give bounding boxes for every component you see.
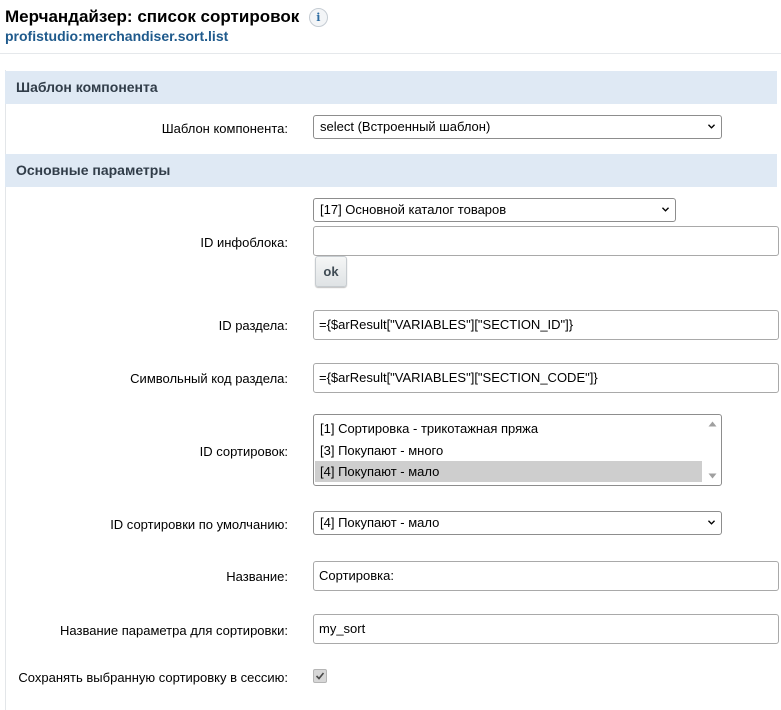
param-name-label: Название параметра для сортировки: [60, 623, 288, 638]
scroll-up-icon[interactable] [708, 421, 717, 427]
template-select-value: select (Встроенный шаблон) [320, 119, 491, 134]
list-item[interactable]: [1] Сортировка - трикотажная пряжа [315, 418, 702, 439]
list-item-selected[interactable]: [4] Покупают - мало [315, 461, 702, 482]
iblock-id-input[interactable] [313, 226, 779, 256]
section-id-label: ID раздела: [218, 318, 288, 333]
chevron-down-icon [708, 520, 715, 525]
info-icon[interactable]: i [308, 8, 328, 27]
chevron-down-icon [708, 124, 715, 129]
template-select[interactable]: select (Встроенный шаблон) [313, 115, 722, 139]
iblock-label: ID инфоблока: [200, 235, 288, 250]
section-header-template: Шаблон компонента [5, 71, 777, 104]
template-label: Шаблон компонента: [161, 121, 288, 136]
param-name-input[interactable]: my_sort [313, 614, 779, 644]
chevron-down-icon [662, 207, 669, 212]
default-sort-select-value: [4] Покупают - мало [320, 515, 440, 530]
save-session-checkbox[interactable] [313, 669, 327, 683]
sort-ids-listbox[interactable]: [1] Сортировка - трикотажная пряжа [3] П… [313, 414, 722, 486]
list-item[interactable]: [3] Покупают - много [315, 440, 702, 461]
section-header-main: Основные параметры [5, 154, 777, 187]
name-input[interactable]: Сортировка: [313, 561, 779, 591]
scroll-down-icon[interactable] [708, 473, 717, 479]
header-divider [0, 53, 781, 54]
page-title: Мерчандайзер: список сортировок [5, 6, 300, 26]
page-header: Мерчандайзер: список сортировок i [5, 6, 328, 27]
save-session-label: Сохранять выбранную сортировку в сессию: [18, 670, 288, 685]
check-icon [315, 672, 325, 680]
iblock-select-value: [17] Основной каталог товаров [320, 202, 507, 217]
iblock-select[interactable]: [17] Основной каталог товаров [313, 198, 676, 222]
default-sort-select[interactable]: [4] Покупают - мало [313, 511, 722, 535]
ok-button[interactable]: ok [315, 256, 347, 287]
section-code-label: Символьный код раздела: [130, 371, 288, 386]
sort-ids-label: ID сортировок: [199, 444, 288, 459]
name-label: Название: [226, 569, 288, 584]
section-id-input[interactable]: ={$arResult["VARIABLES"]["SECTION_ID"]} [313, 310, 779, 340]
section-code-input[interactable]: ={$arResult["VARIABLES"]["SECTION_CODE"]… [313, 363, 779, 393]
default-sort-label: ID сортировки по умолчанию: [110, 517, 288, 532]
component-code: profistudio:merchandiser.sort.list [5, 28, 229, 44]
